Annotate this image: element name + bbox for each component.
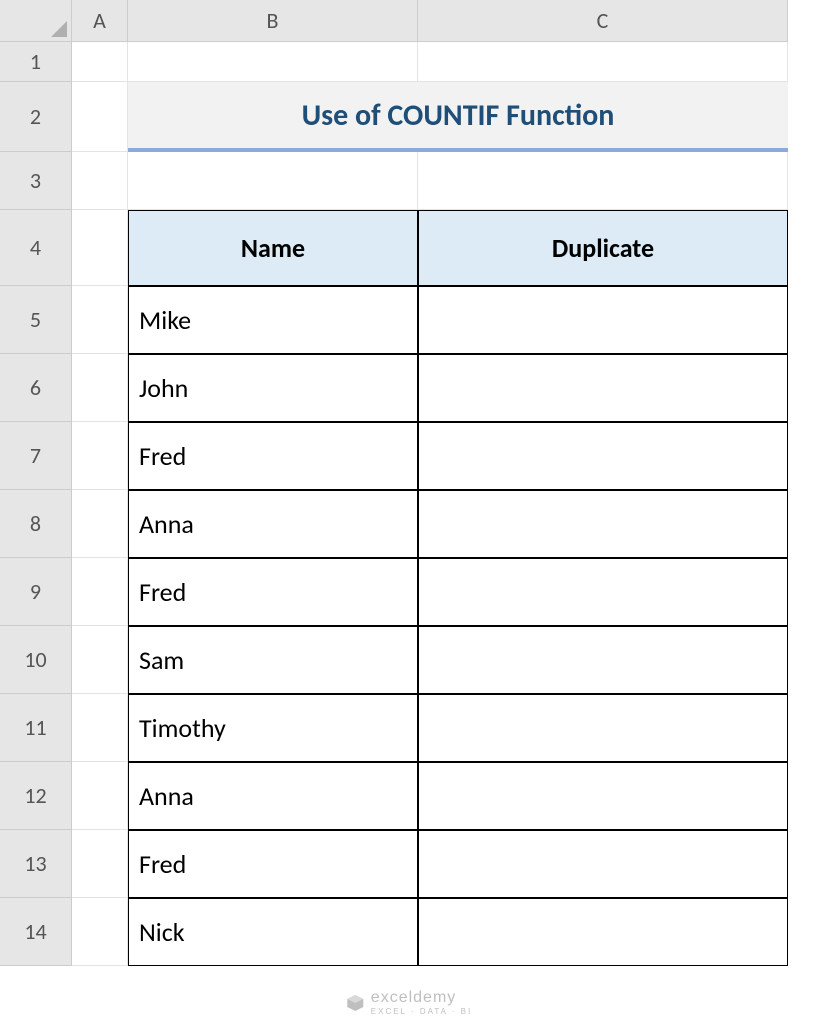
cell[interactable] — [72, 422, 128, 490]
cell[interactable] — [72, 762, 128, 830]
table-header-name: Name — [128, 210, 418, 286]
cell[interactable] — [72, 42, 128, 82]
cell[interactable] — [72, 626, 128, 694]
column-headers: ABC — [72, 0, 788, 42]
column-header-C[interactable]: C — [418, 0, 788, 42]
cell[interactable] — [418, 152, 788, 210]
cell[interactable] — [72, 490, 128, 558]
logo-icon — [345, 993, 365, 1013]
cell[interactable] — [72, 830, 128, 898]
select-all-corner[interactable] — [0, 0, 72, 42]
cell[interactable] — [128, 42, 418, 82]
column-header-A[interactable]: A — [72, 0, 128, 42]
table-row-duplicate[interactable] — [418, 694, 788, 762]
row-header-7[interactable]: 7 — [0, 422, 72, 490]
table-row-name[interactable]: Sam — [128, 626, 418, 694]
row-header-12[interactable]: 12 — [0, 762, 72, 830]
table-row-name[interactable]: John — [128, 354, 418, 422]
column-header-B[interactable]: B — [128, 0, 418, 42]
row-header-4[interactable]: 4 — [0, 210, 72, 286]
cell[interactable] — [128, 152, 418, 210]
cell[interactable] — [72, 898, 128, 966]
table-row-name[interactable]: Anna — [128, 762, 418, 830]
table-row-name[interactable]: Fred — [128, 830, 418, 898]
table-row-name[interactable]: Timothy — [128, 694, 418, 762]
table-row-duplicate[interactable] — [418, 898, 788, 966]
table-row-name[interactable]: Nick — [128, 898, 418, 966]
cell[interactable] — [72, 286, 128, 354]
table-row-duplicate[interactable] — [418, 354, 788, 422]
table-row-name[interactable]: Fred — [128, 558, 418, 626]
cell[interactable] — [72, 354, 128, 422]
row-header-3[interactable]: 3 — [0, 152, 72, 210]
cell[interactable] — [418, 42, 788, 82]
row-header-1[interactable]: 1 — [0, 42, 72, 82]
cell[interactable] — [72, 152, 128, 210]
select-all-triangle-icon — [51, 21, 67, 37]
table-row-duplicate[interactable] — [418, 830, 788, 898]
row-headers: 1234567891011121314 — [0, 42, 72, 966]
cell[interactable] — [72, 82, 128, 152]
table-row-name[interactable]: Anna — [128, 490, 418, 558]
table-row-duplicate[interactable] — [418, 558, 788, 626]
cell[interactable] — [72, 694, 128, 762]
watermark-brand: exceldemy — [371, 989, 456, 1006]
table-row-duplicate[interactable] — [418, 286, 788, 354]
row-header-9[interactable]: 9 — [0, 558, 72, 626]
table-row-duplicate[interactable] — [418, 762, 788, 830]
watermark: exceldemy EXCEL · DATA · BI — [345, 989, 472, 1016]
row-header-5[interactable]: 5 — [0, 286, 72, 354]
row-header-14[interactable]: 14 — [0, 898, 72, 966]
row-header-10[interactable]: 10 — [0, 626, 72, 694]
row-header-11[interactable]: 11 — [0, 694, 72, 762]
table-row-name[interactable]: Fred — [128, 422, 418, 490]
row-header-2[interactable]: 2 — [0, 82, 72, 152]
table-row-duplicate[interactable] — [418, 626, 788, 694]
row-header-6[interactable]: 6 — [0, 354, 72, 422]
cell[interactable] — [72, 558, 128, 626]
table-header-duplicate: Duplicate — [418, 210, 788, 286]
row-header-8[interactable]: 8 — [0, 490, 72, 558]
watermark-text: exceldemy EXCEL · DATA · BI — [371, 989, 472, 1016]
table-row-duplicate[interactable] — [418, 490, 788, 558]
cell[interactable] — [72, 210, 128, 286]
row-header-13[interactable]: 13 — [0, 830, 72, 898]
page-title: Use of COUNTIF Function — [128, 82, 788, 152]
table-row-duplicate[interactable] — [418, 422, 788, 490]
table-row-name[interactable]: Mike — [128, 286, 418, 354]
watermark-tag: EXCEL · DATA · BI — [371, 1007, 472, 1016]
